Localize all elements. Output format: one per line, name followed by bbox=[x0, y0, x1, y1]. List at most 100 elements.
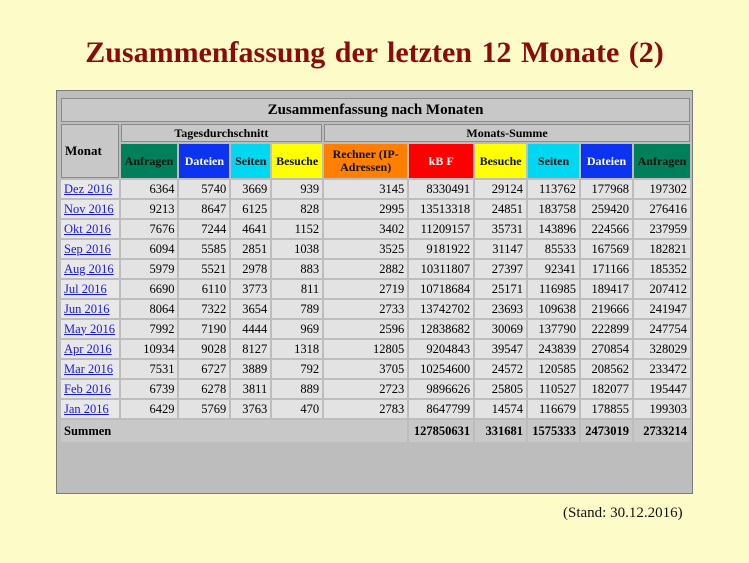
cell-besuche-daily: 470 bbox=[272, 400, 323, 418]
month-link[interactable]: Jul 2016 bbox=[64, 282, 107, 296]
table-caption: Zusammenfassung nach Monaten bbox=[61, 98, 690, 122]
total-kbf: 127850631 bbox=[409, 420, 474, 442]
cell-dateien: 189417 bbox=[581, 280, 632, 298]
month-cell: Jun 2016 bbox=[61, 300, 119, 318]
cell-besuche: 29124 bbox=[475, 180, 527, 198]
cell-dateien-daily: 6278 bbox=[179, 380, 230, 398]
cell-kbf: 10254600 bbox=[409, 360, 474, 378]
cell-dateien: 177968 bbox=[581, 180, 632, 198]
col-header-dateien-daily: Dateien bbox=[179, 144, 230, 178]
month-link[interactable]: Okt 2016 bbox=[64, 222, 111, 236]
cell-dateien: 222899 bbox=[581, 320, 632, 338]
table-row: Apr 2016 10934 9028 8127 1318 12805 9204843 395… bbox=[61, 340, 690, 358]
cell-seiten: 183758 bbox=[528, 200, 579, 218]
status-date-note: (Stand: 30.12.2016) bbox=[563, 505, 683, 521]
cell-seiten: 116985 bbox=[528, 280, 579, 298]
cell-kbf: 9896626 bbox=[409, 380, 474, 398]
month-link[interactable]: Nov 2016 bbox=[64, 202, 114, 216]
cell-seiten: 120585 bbox=[528, 360, 579, 378]
cell-rechner: 2719 bbox=[324, 280, 408, 298]
cell-anfragen-daily: 6364 bbox=[120, 180, 178, 198]
cell-anfragen: 182821 bbox=[633, 240, 690, 258]
cell-besuche-daily: 883 bbox=[272, 260, 323, 278]
cell-anfragen: 185352 bbox=[633, 260, 690, 278]
totals-label: Summen bbox=[61, 420, 408, 442]
col-header-dateien-monthly: Dateien bbox=[581, 144, 632, 178]
cell-kbf: 12838682 bbox=[409, 320, 474, 338]
table-row: Okt 2016 7676 7244 4641 1152 3402 11209157 3573… bbox=[61, 220, 690, 238]
month-cell: Sep 2016 bbox=[61, 240, 119, 258]
cell-besuche: 24851 bbox=[475, 200, 527, 218]
cell-besuche-daily: 939 bbox=[272, 180, 323, 198]
table-row: Dez 2016 6364 5740 3669 939 3145 8330491 29124 1… bbox=[61, 180, 690, 198]
cell-dateien-daily: 7244 bbox=[179, 220, 230, 238]
cell-seiten-daily: 6125 bbox=[231, 200, 271, 218]
col-header-seiten-monthly: Seiten bbox=[528, 144, 579, 178]
month-cell: Jan 2016 bbox=[61, 400, 119, 418]
cell-dateien-daily: 5585 bbox=[179, 240, 230, 258]
cell-anfragen: 199303 bbox=[633, 400, 690, 418]
table-row: Aug 2016 5979 5521 2978 883 2882 10311807 27397… bbox=[61, 260, 690, 278]
month-column-header: Monat bbox=[61, 124, 119, 178]
month-link[interactable]: Mar 2016 bbox=[64, 362, 113, 376]
month-link[interactable]: May 2016 bbox=[64, 322, 115, 336]
cell-seiten-daily: 3654 bbox=[231, 300, 271, 318]
month-cell: Nov 2016 bbox=[61, 200, 119, 218]
cell-anfragen: 241947 bbox=[633, 300, 690, 318]
col-header-anfragen-daily: Anfragen bbox=[120, 144, 178, 178]
table-row: Feb 2016 6739 6278 3811 889 2723 9896626 25805 1… bbox=[61, 380, 690, 398]
table-row: Sep 2016 6094 5585 2851 1038 3525 9181922 31147… bbox=[61, 240, 690, 258]
month-link[interactable]: Feb 2016 bbox=[64, 382, 111, 396]
cell-dateien-daily: 5769 bbox=[179, 400, 230, 418]
cell-kbf: 8330491 bbox=[409, 180, 474, 198]
cell-besuche: 24572 bbox=[475, 360, 527, 378]
cell-seiten-daily: 2851 bbox=[231, 240, 271, 258]
col-header-seiten-daily: Seiten bbox=[231, 144, 271, 178]
cell-kbf: 10718684 bbox=[409, 280, 474, 298]
month-link[interactable]: Apr 2016 bbox=[64, 342, 112, 356]
month-cell: Jul 2016 bbox=[61, 280, 119, 298]
table-row: Jan 2016 6429 5769 3763 470 2783 8647799 14574 1… bbox=[61, 400, 690, 418]
cell-kbf: 13742702 bbox=[409, 300, 474, 318]
cell-dateien: 167569 bbox=[581, 240, 632, 258]
cell-seiten: 113762 bbox=[528, 180, 579, 198]
cell-anfragen-daily: 6739 bbox=[120, 380, 178, 398]
table-row: May 2016 7992 7190 4444 969 2596 12838682 30069… bbox=[61, 320, 690, 338]
cell-dateien-daily: 5740 bbox=[179, 180, 230, 198]
month-link[interactable]: Sep 2016 bbox=[64, 242, 111, 256]
cell-anfragen-daily: 6094 bbox=[120, 240, 178, 258]
cell-seiten-daily: 3763 bbox=[231, 400, 271, 418]
cell-kbf: 11209157 bbox=[409, 220, 474, 238]
cell-anfragen-daily: 8064 bbox=[120, 300, 178, 318]
cell-seiten: 110527 bbox=[528, 380, 579, 398]
month-link[interactable]: Jun 2016 bbox=[64, 302, 110, 316]
cell-seiten: 92341 bbox=[528, 260, 579, 278]
col-header-anfragen-monthly: Anfragen bbox=[633, 144, 690, 178]
cell-rechner: 2783 bbox=[324, 400, 408, 418]
month-link[interactable]: Aug 2016 bbox=[64, 262, 114, 276]
cell-seiten: 137790 bbox=[528, 320, 579, 338]
month-cell: Dez 2016 bbox=[61, 180, 119, 198]
cell-anfragen: 276416 bbox=[633, 200, 690, 218]
cell-dateien-daily: 6110 bbox=[179, 280, 230, 298]
cell-seiten: 243839 bbox=[528, 340, 579, 358]
cell-besuche: 27397 bbox=[475, 260, 527, 278]
monthly-summary-table: Zusammenfassung nach Monaten Monat Tages… bbox=[59, 96, 692, 444]
cell-rechner: 2723 bbox=[324, 380, 408, 398]
col-header-rechner-monthly: Rechner (IP-Adressen) bbox=[324, 144, 408, 178]
cell-seiten: 143896 bbox=[528, 220, 579, 238]
month-cell: Mar 2016 bbox=[61, 360, 119, 378]
month-link[interactable]: Dez 2016 bbox=[64, 182, 112, 196]
month-link[interactable]: Jan 2016 bbox=[64, 402, 109, 416]
cell-dateien-daily: 6727 bbox=[179, 360, 230, 378]
total-anfragen: 2733214 bbox=[633, 420, 690, 442]
cell-dateien: 259420 bbox=[581, 200, 632, 218]
month-cell: Feb 2016 bbox=[61, 380, 119, 398]
cell-rechner: 12805 bbox=[324, 340, 408, 358]
cell-anfragen: 195447 bbox=[633, 380, 690, 398]
cell-seiten: 85533 bbox=[528, 240, 579, 258]
cell-anfragen-daily: 7992 bbox=[120, 320, 178, 338]
cell-seiten: 116679 bbox=[528, 400, 579, 418]
cell-anfragen-daily: 6429 bbox=[120, 400, 178, 418]
cell-seiten-daily: 4444 bbox=[231, 320, 271, 338]
